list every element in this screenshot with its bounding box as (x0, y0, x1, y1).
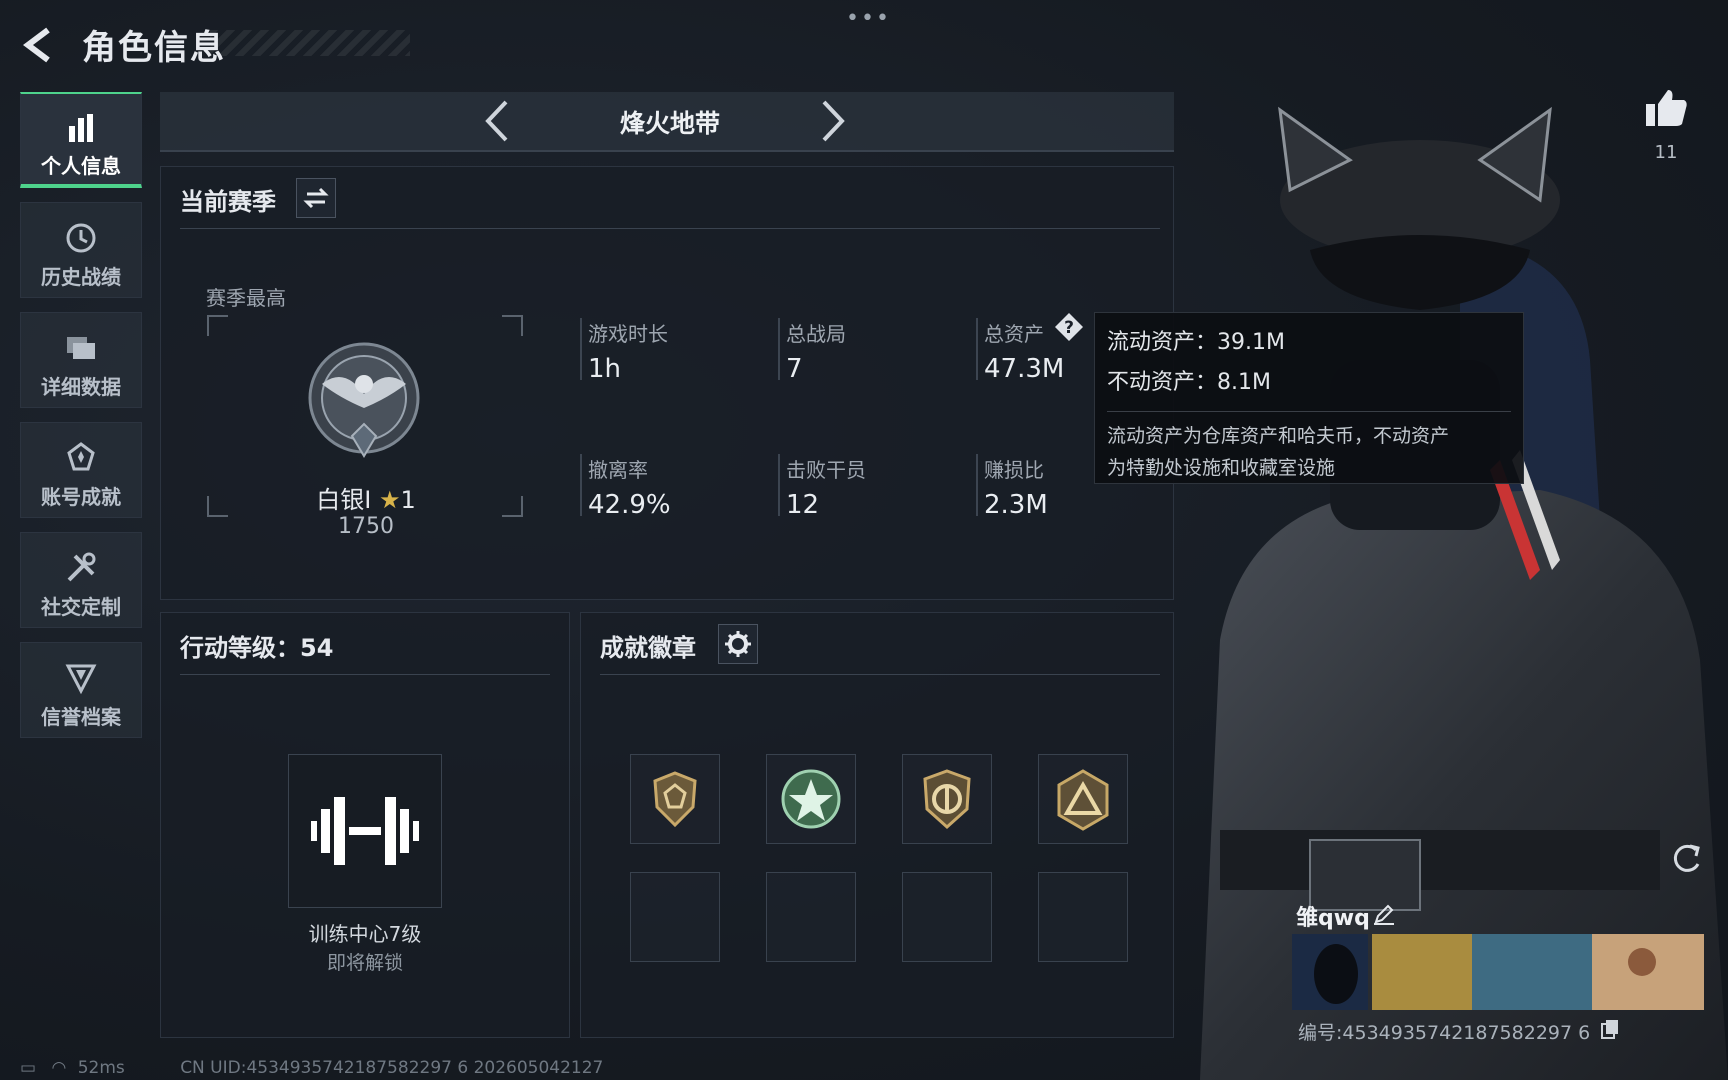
player-name: 雏qwq (1296, 906, 1370, 931)
stat-divider (778, 318, 780, 380)
medal-slot[interactable] (766, 754, 856, 844)
action-level-header: 行动等级：54 (180, 634, 334, 662)
medal-slot-empty[interactable] (1038, 872, 1128, 962)
medal-slot-empty[interactable] (630, 872, 720, 962)
more-menu-icon[interactable]: ••• (846, 6, 891, 31)
chevron-left-icon[interactable] (482, 98, 512, 144)
tooltip-description-line: 为特勤处设施和收藏室设施 (1107, 457, 1336, 479)
wifi-icon: ◠ (51, 1058, 67, 1078)
medal-settings-button[interactable] (718, 624, 758, 664)
sidebar-item-social[interactable]: 社交定制 (20, 532, 142, 628)
ping-value: 52ms (77, 1058, 125, 1078)
stat-divider (580, 318, 582, 380)
rank-score: 1750 (338, 514, 394, 539)
stat-value: 2.3M (984, 490, 1048, 520)
status-bar: ▭ ◠ 52ms CN UID:4534935742187582297 6 20… (20, 1058, 603, 1078)
sidebar-item-achievements[interactable]: 账号成就 (20, 422, 142, 518)
sidebar-item-history[interactable]: 历史战绩 (20, 202, 142, 298)
help-icon[interactable]: ? (1054, 312, 1084, 342)
sidebar-item-detailed-data[interactable]: 详细数据 (20, 312, 142, 408)
fixed-assets: 不动资产：8.1M (1107, 370, 1271, 395)
unlock-status: 即将解锁 (326, 952, 403, 974)
history-icon (66, 223, 96, 253)
stat-divider (778, 454, 780, 516)
title-decoration (210, 30, 410, 56)
stat-value: 12 (786, 490, 820, 520)
unlock-card[interactable] (288, 754, 442, 908)
medal-slot[interactable] (630, 754, 720, 844)
sidebar-item-label: 账号成就 (41, 485, 121, 509)
profile-banner[interactable] (1292, 934, 1704, 1010)
stat-label: 撤离率 (588, 458, 648, 482)
stat-value: 1h (588, 354, 622, 384)
character-model (1200, 106, 1728, 1080)
player-id: 编号:4534935742187582297 6 (1298, 1022, 1591, 1044)
like-count: 11 (1654, 142, 1678, 163)
sidebar-item-label: 社交定制 (41, 595, 121, 619)
mode-title: 烽火地带 (619, 109, 720, 138)
medal-mountain-icon (1057, 769, 1109, 831)
folder-icon (67, 337, 95, 359)
chevron-right-icon[interactable] (818, 98, 848, 144)
medal-slot-empty[interactable] (902, 872, 992, 962)
divider (180, 674, 550, 675)
unlock-title: 训练中心7级 (308, 922, 422, 946)
edit-icon[interactable] (1372, 902, 1396, 926)
medal-shield-icon (653, 771, 697, 828)
gear-icon (725, 631, 751, 657)
sidebar-item-label: 历史战绩 (41, 265, 121, 289)
stat-value: 47.3M (984, 354, 1065, 384)
thumbs-up-icon[interactable] (1644, 86, 1688, 130)
achievement-icon (67, 442, 95, 471)
rank-badge-icon (308, 342, 420, 458)
sidebar-item-label: 信誉档案 (41, 705, 121, 729)
season-switch-button[interactable] (296, 178, 336, 218)
season-best-label: 赛季最高 (206, 286, 286, 310)
rotate-icon[interactable] (1666, 838, 1706, 878)
bar-chart-icon (69, 114, 93, 142)
tooltip-description: 流动资产为仓库资产和哈夫币，不动资产 为特勤处设施和收藏室设施 (1107, 411, 1511, 484)
uid-text: CN UID:4534935742187582297 6 20260504212… (180, 1058, 604, 1078)
stat-label: 赚损比 (984, 458, 1044, 482)
tooltip-description-line: 流动资产为仓库资产和哈夫币，不动资产 (1107, 425, 1450, 447)
back-arrow-icon[interactable] (20, 26, 58, 64)
stat-divider (580, 454, 582, 516)
swap-icon (303, 187, 329, 209)
battery-icon: ▭ (20, 1058, 37, 1078)
shield-icon (65, 664, 97, 695)
stat-label: 总战局 (786, 322, 846, 346)
medal-emblem-icon (923, 769, 971, 830)
star-icon: ★ (378, 486, 401, 514)
page-title: 角色信息 (82, 28, 226, 68)
sidebar-item-credit[interactable]: 信誉档案 (20, 642, 142, 738)
medals-header: 成就徽章 (600, 634, 696, 662)
medal-slot-empty[interactable] (766, 872, 856, 962)
stat-label: 游戏时长 (588, 322, 668, 346)
stat-label: 总资产 (984, 322, 1044, 346)
sidebar-item-label: 详细数据 (41, 375, 121, 399)
rank-name: 白银I (316, 486, 372, 514)
divider (180, 228, 1160, 229)
stat-divider (976, 454, 978, 516)
stat-value: 7 (786, 354, 803, 384)
stat-value: 42.9% (588, 490, 671, 520)
liquid-assets: 流动资产：39.1M (1107, 330, 1285, 355)
stat-label: 击败干员 (786, 458, 866, 482)
medal-slot[interactable] (1038, 754, 1128, 844)
stat-divider (976, 318, 978, 380)
divider (600, 674, 1160, 675)
rank-name-row: 白银I ★1 (306, 480, 426, 515)
copy-icon[interactable] (1600, 1018, 1620, 1040)
asset-tooltip: 流动资产：39.1M 不动资产：8.1M 流动资产为仓库资产和哈夫币，不动资产 … (1094, 312, 1524, 484)
medal-star-icon (781, 769, 841, 829)
tools-icon (67, 552, 96, 582)
svg-text:?: ? (1064, 318, 1074, 338)
dumbbell-icon (311, 797, 419, 865)
sidebar-item-label: 个人信息 (41, 154, 121, 178)
sidebar-item-personal-info[interactable]: 个人信息 (20, 92, 142, 188)
season-header: 当前赛季 (180, 188, 276, 216)
rank-stars: 1 (400, 486, 416, 514)
medal-slot[interactable] (902, 754, 992, 844)
